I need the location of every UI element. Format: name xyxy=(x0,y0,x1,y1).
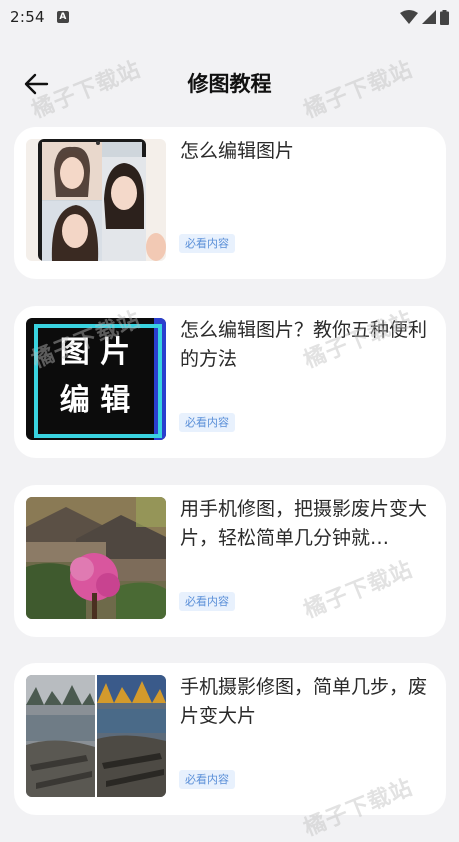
article-thumbnail xyxy=(26,675,166,797)
back-button[interactable] xyxy=(18,66,54,102)
notification-icon: A xyxy=(56,11,69,23)
must-read-badge: 必看内容 xyxy=(179,770,235,789)
article-card[interactable]: 图 片 编 辑 怎么编辑图片？教你五种便利的方法 必看内容 xyxy=(14,306,446,458)
must-read-badge: 必看内容 xyxy=(179,413,235,432)
must-read-badge: 必看内容 xyxy=(179,234,235,253)
article-title: 用手机修图，把摄影废片变大片，轻松简单几分钟就… xyxy=(180,498,428,549)
article-title: 怎么编辑图片 xyxy=(180,140,295,162)
signal-icon xyxy=(422,10,436,24)
article-thumbnail: 图 片 编 辑 xyxy=(26,318,166,440)
thumbnail-text-top: 图 片 xyxy=(59,335,131,370)
article-thumbnail xyxy=(26,139,166,261)
article-title: 怎么编辑图片？教你五种便利的方法 xyxy=(180,319,428,370)
article-card[interactable]: 怎么编辑图片 必看内容 xyxy=(14,127,446,279)
must-read-badge: 必看内容 xyxy=(179,592,235,611)
battery-icon xyxy=(440,9,449,25)
article-thumbnail xyxy=(26,497,166,619)
page-title: 修图教程 xyxy=(187,72,272,96)
status-icons xyxy=(400,9,449,25)
status-bar: 2:54 A xyxy=(0,0,459,34)
article-card[interactable]: 用手机修图，把摄影废片变大片，轻松简单几分钟就… 必看内容 xyxy=(14,485,446,637)
wifi-icon xyxy=(400,10,418,24)
article-card[interactable]: 手机摄影修图，简单几步，废片变大片 必看内容 xyxy=(14,663,446,815)
article-title: 手机摄影修图，简单几步，废片变大片 xyxy=(180,676,428,727)
page-header: 修图教程 xyxy=(0,58,459,108)
status-time: 2:54 xyxy=(10,8,45,26)
thumbnail-text-bottom: 编 辑 xyxy=(59,383,131,418)
arrow-left-icon xyxy=(24,73,49,95)
